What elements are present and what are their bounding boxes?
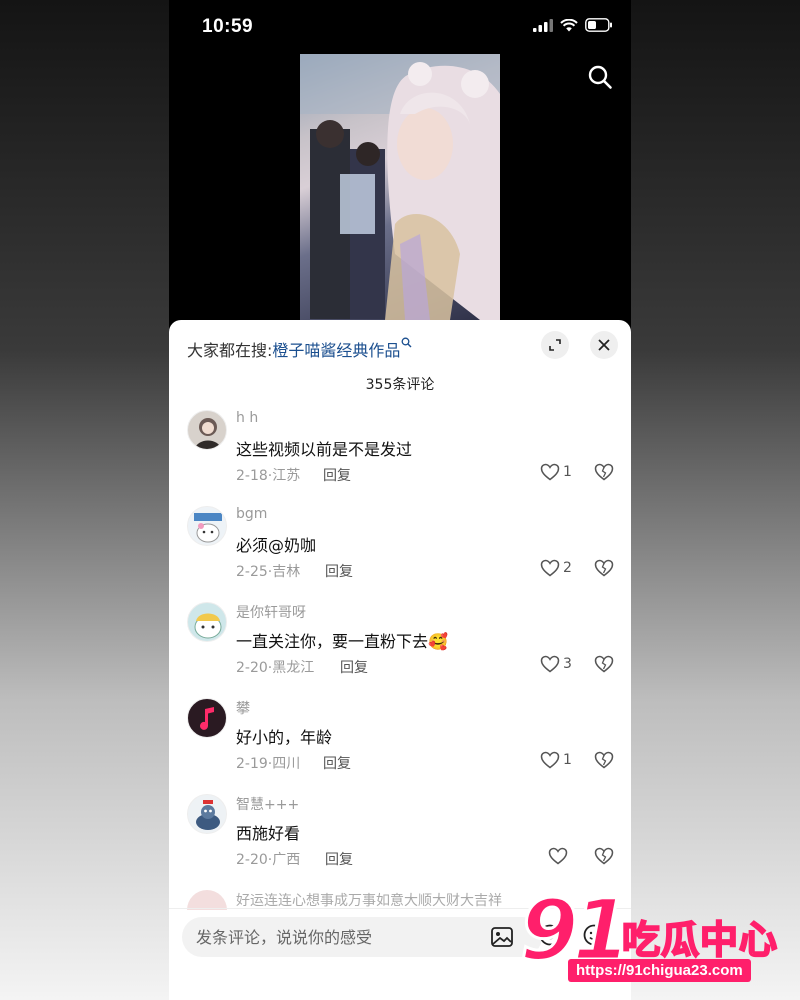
wifi-icon xyxy=(560,18,578,31)
comment-username[interactable]: 智慧+++ xyxy=(236,794,299,814)
comment-date: 2-18 xyxy=(236,468,268,484)
comment-location: 四川 xyxy=(272,756,301,772)
comment-location: 广西 xyxy=(272,852,301,868)
site-watermark: 91 吃瓜中心 https://91chigua23.com xyxy=(519,884,790,995)
comment-username[interactable]: bgm xyxy=(236,506,267,522)
search-small-icon xyxy=(401,337,412,348)
comment-text: 这些视频以前是不是发过 xyxy=(236,440,413,459)
comment-item: 是你轩哥呀 一直关注你，要一直粉下去🥰 2-20·黑龙江 回复 3 xyxy=(169,602,631,698)
comment-input[interactable] xyxy=(196,926,476,948)
reply-button[interactable]: 回复 xyxy=(325,561,353,581)
battery-icon xyxy=(585,18,612,32)
heart-icon xyxy=(540,751,560,769)
phone-screen: 10:59 大家都在搜:橙子喵酱经典作品 355条评论 h h 这些视频以前是不… xyxy=(169,0,631,1000)
like-count: 2 xyxy=(563,560,572,576)
dislike-button[interactable] xyxy=(594,463,614,485)
reply-button[interactable]: 回复 xyxy=(340,657,368,677)
comment-location: 黑龙江 xyxy=(272,660,315,676)
comment-location: 吉林 xyxy=(272,564,301,580)
comment-date: 2-25 xyxy=(236,564,268,580)
watermark-url: https://91chigua23.com xyxy=(568,959,751,982)
avatar[interactable] xyxy=(187,890,227,910)
comment-text: 好小的，年龄 xyxy=(236,728,333,747)
comment-text: 西施好看 xyxy=(236,824,301,843)
reply-button[interactable]: 回复 xyxy=(325,849,353,869)
comment-text: 必须@奶咖 xyxy=(236,536,317,555)
reply-button[interactable]: 回复 xyxy=(323,753,351,773)
video-content-image xyxy=(300,54,500,320)
comment-username[interactable]: 是你轩哥呀 xyxy=(236,602,306,622)
video-player[interactable] xyxy=(169,54,631,320)
comment-username[interactable]: 好运连连心想事成万事如意大顺大财大吉祥 xyxy=(236,890,502,910)
comment-date: 2-20 xyxy=(236,852,268,868)
comment-meta: 2-20·黑龙江 xyxy=(236,660,315,676)
signal-icon xyxy=(533,18,553,32)
like-count: 1 xyxy=(563,464,572,480)
music-note-icon xyxy=(200,707,214,730)
expand-button[interactable] xyxy=(541,331,569,359)
status-time: 10:59 xyxy=(202,16,254,37)
close-button[interactable] xyxy=(590,331,618,359)
avatar-image xyxy=(194,613,222,639)
heart-icon xyxy=(540,655,560,673)
dislike-button[interactable] xyxy=(594,559,614,581)
expand-icon xyxy=(549,339,561,351)
like-button[interactable]: 2 xyxy=(540,559,572,577)
comment-input-bar[interactable] xyxy=(182,917,542,957)
status-bar: 10:59 xyxy=(169,0,631,54)
comment-item: 攀 好小的，年龄 2-19·四川 回复 1 xyxy=(169,698,631,794)
comment-username[interactable]: 攀 xyxy=(236,698,250,718)
heart-icon xyxy=(540,463,560,481)
like-count: 1 xyxy=(563,752,572,768)
heart-icon xyxy=(548,847,568,865)
comment-date: 2-20 xyxy=(236,660,268,676)
like-count: 3 xyxy=(563,656,572,672)
comment-item: bgm 必须@奶咖 2-25·吉林 回复 2 xyxy=(169,506,631,602)
watermark-site-name: 吃瓜中心 xyxy=(621,917,779,963)
like-button[interactable]: 1 xyxy=(540,751,572,769)
comment-meta: 2-20·广西 xyxy=(236,852,301,868)
comment-meta: 2-18·江苏 xyxy=(236,468,301,484)
broken-heart-icon xyxy=(594,751,614,769)
hot-search-term[interactable]: 橙子喵酱经典作品 xyxy=(272,341,400,360)
heart-icon xyxy=(540,559,560,577)
like-button[interactable] xyxy=(540,847,571,865)
dislike-button[interactable] xyxy=(594,847,614,869)
reply-button[interactable]: 回复 xyxy=(323,465,351,485)
image-icon[interactable] xyxy=(490,925,514,949)
broken-heart-icon xyxy=(594,655,614,673)
hot-search-bar[interactable]: 大家都在搜:橙子喵酱经典作品 xyxy=(187,337,412,361)
comment-text: 一直关注你，要一直粉下去🥰 xyxy=(236,632,448,651)
search-icon[interactable] xyxy=(587,64,613,90)
avatar-image xyxy=(194,513,222,543)
comment-meta: 2-25·吉林 xyxy=(236,564,301,580)
hot-search-prefix: 大家都在搜: xyxy=(187,341,273,360)
status-icons xyxy=(533,18,613,32)
broken-heart-icon xyxy=(594,463,614,481)
close-icon xyxy=(598,339,610,351)
dislike-button[interactable] xyxy=(594,655,614,677)
comment-location: 江苏 xyxy=(272,468,301,484)
comment-date: 2-19 xyxy=(236,756,268,772)
like-button[interactable]: 1 xyxy=(540,463,572,481)
video-frame[interactable] xyxy=(300,54,500,320)
avatar[interactable] xyxy=(187,602,227,642)
comment-count: 355条评论 xyxy=(365,377,435,393)
avatar[interactable] xyxy=(187,698,227,738)
avatar[interactable] xyxy=(187,506,227,546)
avatar-image xyxy=(194,418,222,449)
broken-heart-icon xyxy=(594,847,614,865)
comment-item: h h 这些视频以前是不是发过 2-18·江苏 回复 1 xyxy=(169,410,631,506)
avatar[interactable] xyxy=(187,410,227,450)
avatar-image xyxy=(196,800,220,830)
comment-meta: 2-19·四川 xyxy=(236,756,301,772)
comment-username[interactable]: h h xyxy=(236,410,258,426)
avatar[interactable] xyxy=(187,794,227,834)
broken-heart-icon xyxy=(594,559,614,577)
comment-item: 智慧+++ 西施好看 2-20·广西 回复 xyxy=(169,794,631,890)
dislike-button[interactable] xyxy=(594,751,614,773)
like-button[interactable]: 3 xyxy=(540,655,572,673)
